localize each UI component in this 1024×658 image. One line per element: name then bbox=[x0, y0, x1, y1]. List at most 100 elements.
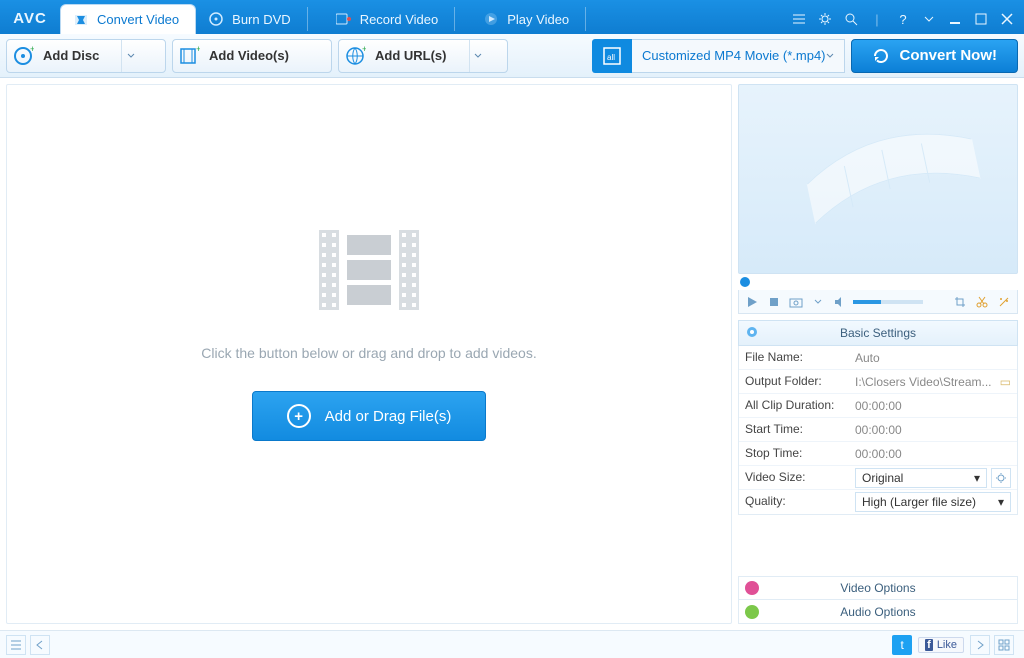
tab-label: Play Video bbox=[507, 12, 569, 27]
preview-pane bbox=[738, 84, 1018, 274]
row-output-folder: Output Folder:I:\Closers Video\Stream...… bbox=[739, 370, 1017, 394]
format-icon: all bbox=[592, 39, 632, 73]
add-videos-button[interactable]: + Add Video(s) bbox=[172, 39, 332, 73]
stop-icon[interactable] bbox=[765, 293, 783, 311]
audio-options-icon bbox=[745, 605, 759, 619]
chevron-down-icon bbox=[826, 52, 834, 60]
drop-zone[interactable]: Click the button below or drag and drop … bbox=[6, 84, 732, 624]
maximize-icon[interactable] bbox=[972, 10, 990, 28]
folder-icon[interactable]: ▭ bbox=[1000, 375, 1011, 389]
row-all-clip-duration: All Clip Duration:00:00:00 bbox=[739, 394, 1017, 418]
basic-settings-header[interactable]: Basic Settings bbox=[738, 320, 1018, 346]
tab-label: Burn DVD bbox=[232, 12, 291, 27]
chevron-down-icon: ▾ bbox=[998, 495, 1004, 509]
help-icon[interactable]: ? bbox=[894, 10, 912, 28]
add-urls-button[interactable]: + Add URL(s) bbox=[338, 39, 508, 73]
timeline-knob-icon[interactable] bbox=[740, 277, 750, 287]
prev-icon[interactable] bbox=[30, 635, 50, 655]
preview-controls bbox=[738, 290, 1018, 314]
add-files-button[interactable]: + Add or Drag File(s) bbox=[252, 391, 487, 441]
refresh-icon bbox=[872, 47, 890, 65]
tab-play-video[interactable]: Play Video bbox=[471, 4, 602, 34]
disc-icon bbox=[208, 11, 224, 27]
drop-hint-text: Click the button below or drag and drop … bbox=[201, 345, 536, 361]
grid-view-icon[interactable] bbox=[994, 635, 1014, 655]
filmstrip-icon bbox=[739, 85, 1017, 273]
volume-icon[interactable] bbox=[831, 293, 849, 311]
chevron-down-icon[interactable] bbox=[469, 40, 487, 72]
audio-options-header[interactable]: Audio Options bbox=[738, 600, 1018, 624]
next-icon[interactable] bbox=[970, 635, 990, 655]
options-group: Video Options Audio Options bbox=[738, 576, 1018, 624]
button-label: Add Disc bbox=[39, 48, 121, 63]
row-video-size: Video Size:Original▾ bbox=[739, 466, 1017, 490]
gear-icon bbox=[745, 325, 761, 341]
globe-icon: + bbox=[339, 45, 371, 67]
chevron-down-icon[interactable] bbox=[121, 40, 139, 72]
video-options-header[interactable]: Video Options bbox=[738, 576, 1018, 600]
tab-separator bbox=[454, 7, 455, 31]
film-icon: + bbox=[173, 45, 205, 67]
tab-convert-video[interactable]: Convert Video bbox=[60, 4, 196, 34]
facebook-like-button[interactable]: f Like bbox=[918, 637, 964, 653]
row-quality: Quality:High (Larger file size)▾ bbox=[739, 490, 1017, 514]
menu-icon[interactable] bbox=[790, 10, 808, 28]
title-bar: AVC Convert Video Burn DVD Record Video bbox=[0, 0, 1024, 34]
tab-strip: Convert Video Burn DVD Record Video Play… bbox=[60, 0, 782, 34]
output-format-selector[interactable]: all Customized MP4 Movie (*.mp4) bbox=[592, 39, 845, 73]
close-icon[interactable] bbox=[998, 10, 1016, 28]
list-view-icon[interactable] bbox=[6, 635, 26, 655]
tab-separator bbox=[585, 7, 586, 31]
tab-separator bbox=[307, 7, 308, 31]
button-label: Add Video(s) bbox=[205, 48, 311, 63]
chevron-down-icon[interactable] bbox=[920, 10, 938, 28]
play-icon[interactable] bbox=[743, 293, 761, 311]
video-size-settings-button[interactable] bbox=[991, 468, 1011, 488]
chevron-down-icon[interactable] bbox=[809, 293, 827, 311]
convert-now-button[interactable]: Convert Now! bbox=[851, 39, 1019, 73]
quality-select[interactable]: High (Larger file size)▾ bbox=[855, 492, 1011, 512]
volume-slider[interactable] bbox=[853, 300, 923, 304]
minimize-icon[interactable] bbox=[946, 10, 964, 28]
svg-text:+: + bbox=[30, 45, 34, 54]
tab-burn-dvd[interactable]: Burn DVD bbox=[196, 4, 324, 34]
plus-icon: + bbox=[287, 404, 311, 428]
button-label: Add or Drag File(s) bbox=[325, 408, 452, 425]
twitter-button[interactable]: t bbox=[892, 635, 912, 655]
svg-text:all: all bbox=[607, 53, 615, 62]
divider-icon: | bbox=[868, 10, 886, 28]
basic-settings-table: File Name:Auto Output Folder:I:\Closers … bbox=[738, 346, 1018, 515]
effects-icon[interactable] bbox=[995, 293, 1013, 311]
section-title: Basic Settings bbox=[840, 326, 916, 340]
search-icon[interactable] bbox=[842, 10, 860, 28]
cut-icon[interactable] bbox=[973, 293, 991, 311]
snapshot-icon[interactable] bbox=[787, 293, 805, 311]
tab-label: Record Video bbox=[360, 12, 439, 27]
format-label: Customized MP4 Movie (*.mp4) bbox=[642, 48, 826, 63]
convert-icon bbox=[73, 12, 89, 28]
button-label: Convert Now! bbox=[900, 47, 998, 64]
format-dropdown[interactable]: Customized MP4 Movie (*.mp4) bbox=[632, 39, 845, 73]
main-area: Click the button below or drag and drop … bbox=[0, 78, 1024, 630]
row-stop-time: Stop Time:00:00:00 bbox=[739, 442, 1017, 466]
toolbar: + Add Disc + Add Video(s) + Add URL(s) a… bbox=[0, 34, 1024, 78]
record-icon bbox=[336, 11, 352, 27]
chevron-down-icon: ▾ bbox=[974, 471, 980, 485]
preview-timeline[interactable] bbox=[738, 274, 1018, 290]
status-bar: t f Like bbox=[0, 630, 1024, 658]
svg-text:+: + bbox=[362, 45, 366, 54]
tab-record-video[interactable]: Record Video bbox=[324, 4, 472, 34]
film-placeholder-icon bbox=[309, 225, 429, 315]
row-start-time: Start Time:00:00:00 bbox=[739, 418, 1017, 442]
disc-icon: + bbox=[7, 45, 39, 67]
gear-icon[interactable] bbox=[816, 10, 834, 28]
svg-text:+: + bbox=[196, 45, 200, 54]
window-controls: | ? bbox=[782, 10, 1024, 34]
video-size-select[interactable]: Original▾ bbox=[855, 468, 987, 488]
crop-icon[interactable] bbox=[951, 293, 969, 311]
play-icon bbox=[483, 11, 499, 27]
button-label: Add URL(s) bbox=[371, 48, 469, 63]
app-logo: AVC bbox=[0, 10, 60, 34]
facebook-icon: f bbox=[925, 639, 933, 651]
add-disc-button[interactable]: + Add Disc bbox=[6, 39, 166, 73]
